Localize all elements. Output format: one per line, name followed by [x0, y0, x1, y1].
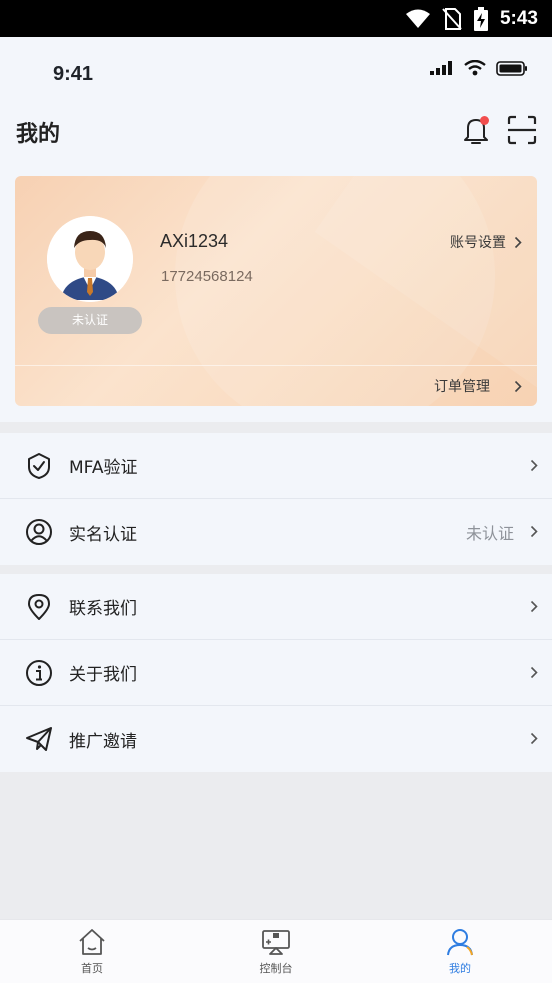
menu-item-referral[interactable]: 推广邀请	[0, 706, 552, 772]
status-time: 9:41	[53, 63, 94, 85]
menu-group-security: MFA验证 实名认证 未认证	[0, 433, 552, 565]
profile-card: 未认证 AXi1234 17724568124 账号设置 订单管理	[15, 176, 537, 406]
account-settings-link[interactable]: 账号设置	[450, 232, 522, 252]
page-title: 我的	[16, 122, 61, 147]
system-status-bar: 5:43	[0, 0, 552, 37]
user-circle-icon	[26, 519, 52, 545]
tab-label: 我的	[449, 962, 471, 975]
paper-plane-icon	[26, 727, 52, 751]
notification-bell-button[interactable]	[461, 114, 491, 146]
app-status-bar: 9:41	[0, 37, 552, 99]
info-icon	[26, 660, 52, 686]
scan-icon	[507, 115, 537, 145]
tab-home[interactable]: 首页	[0, 920, 184, 983]
avatar[interactable]	[47, 216, 133, 302]
battery-charging-icon	[473, 6, 488, 31]
menu-item-contact-us[interactable]: 联系我们	[0, 574, 552, 640]
page-header: 我的	[0, 106, 552, 154]
tab-label: 首页	[81, 962, 103, 975]
chevron-right-icon	[514, 236, 522, 248]
card-divider	[15, 365, 537, 366]
menu-item-value: 未认证	[465, 524, 514, 543]
battery-icon	[496, 60, 527, 76]
menu-item-label: 联系我们	[69, 599, 137, 619]
menu-item-real-name-auth[interactable]: 实名认证 未认证	[0, 499, 552, 565]
chevron-right-icon	[530, 666, 538, 679]
menu-item-label: 关于我们	[69, 665, 137, 685]
menu-group-about: 联系我们 关于我们 推广邀请	[0, 574, 552, 772]
tab-console[interactable]: 控制台	[184, 920, 368, 983]
menu-item-label: MFA验证	[69, 458, 138, 478]
cellular-signal-icon	[430, 61, 452, 75]
menu-item-label: 推广邀请	[69, 731, 137, 752]
account-settings-label: 账号设置	[450, 235, 506, 251]
scan-button[interactable]	[507, 115, 537, 145]
tab-profile[interactable]: 我的	[368, 920, 552, 983]
tab-label: 控制台	[259, 962, 293, 975]
wifi-icon	[464, 60, 486, 76]
chevron-right-icon	[530, 459, 538, 472]
phone-number: 17724568124	[161, 268, 253, 285]
verify-status-badge: 未认证	[38, 307, 142, 334]
order-management-link[interactable]: 订单管理	[434, 376, 522, 396]
chevron-right-icon	[514, 380, 522, 392]
system-clock: 5:43	[499, 7, 538, 29]
location-pin-icon	[28, 594, 50, 620]
bottom-tab-bar: 首页 控制台 我的	[0, 919, 552, 983]
menu-item-about-us[interactable]: 关于我们	[0, 640, 552, 706]
chevron-right-icon	[530, 732, 538, 745]
no-sim-icon	[442, 7, 462, 30]
user-avatar-icon	[47, 216, 133, 302]
chevron-right-icon	[530, 525, 538, 538]
console-icon	[262, 930, 290, 955]
menu-item-label: 实名认证	[69, 524, 137, 545]
username: AXi1234	[160, 231, 229, 251]
shield-check-icon	[28, 453, 50, 479]
wifi-icon	[405, 9, 430, 28]
profile-icon	[447, 929, 473, 956]
menu-item-mfa[interactable]: MFA验证	[0, 433, 552, 499]
order-management-label: 订单管理	[434, 379, 490, 395]
notification-badge	[480, 116, 489, 125]
home-icon	[79, 929, 105, 955]
chevron-right-icon	[530, 600, 538, 613]
